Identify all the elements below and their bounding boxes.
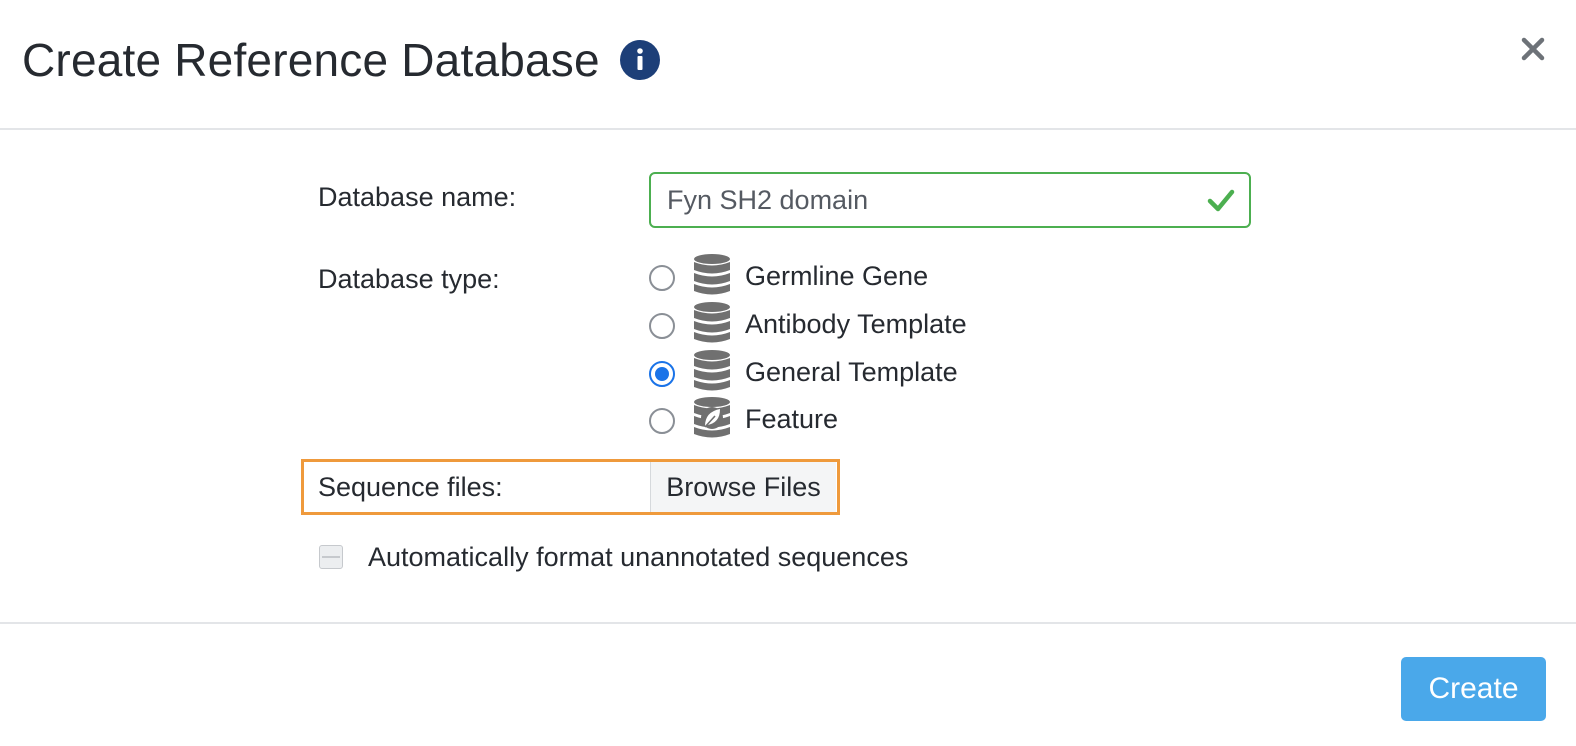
radio-label: General Template (745, 357, 958, 387)
close-icon[interactable] (1516, 32, 1550, 66)
dialog-title: Create Reference Database (22, 34, 600, 86)
auto-format-checkbox[interactable] (319, 545, 343, 569)
radio-button[interactable] (649, 313, 675, 339)
radio-option-general-template[interactable]: General Template (649, 350, 1069, 395)
radio-option-feature[interactable]: Feature (649, 397, 1069, 442)
radio-label: Feature (745, 404, 839, 434)
info-icon[interactable] (620, 40, 660, 80)
radio-label: Antibody Template (745, 309, 967, 339)
feature-database-icon (694, 397, 730, 438)
create-reference-database-dialog: Create Reference Database Database name:… (0, 0, 1576, 746)
sequence-files-label: Sequence files: (318, 472, 503, 502)
dialog-footer: Create (0, 622, 1576, 746)
browse-files-button[interactable]: Browse Files (650, 462, 836, 512)
database-icon (694, 254, 730, 295)
radio-button[interactable] (649, 265, 675, 291)
radio-option-germline-gene[interactable]: Germline Gene (649, 254, 1069, 299)
dialog-header: Create Reference Database (0, 0, 1576, 130)
check-icon (1207, 189, 1235, 212)
database-name-input[interactable] (651, 174, 1207, 226)
radio-button-selected[interactable] (649, 361, 675, 387)
radio-label: Germline Gene (745, 261, 929, 291)
database-type-label: Database type: (318, 264, 500, 294)
auto-format-label: Automatically format unannotated sequenc… (368, 542, 909, 572)
database-name-field[interactable] (649, 172, 1251, 228)
database-name-label: Database name: (318, 182, 517, 212)
radio-button[interactable] (649, 408, 675, 434)
database-icon (694, 302, 730, 343)
create-button[interactable]: Create (1401, 657, 1546, 721)
database-icon (694, 350, 730, 391)
radio-option-antibody-template[interactable]: Antibody Template (649, 302, 1069, 347)
